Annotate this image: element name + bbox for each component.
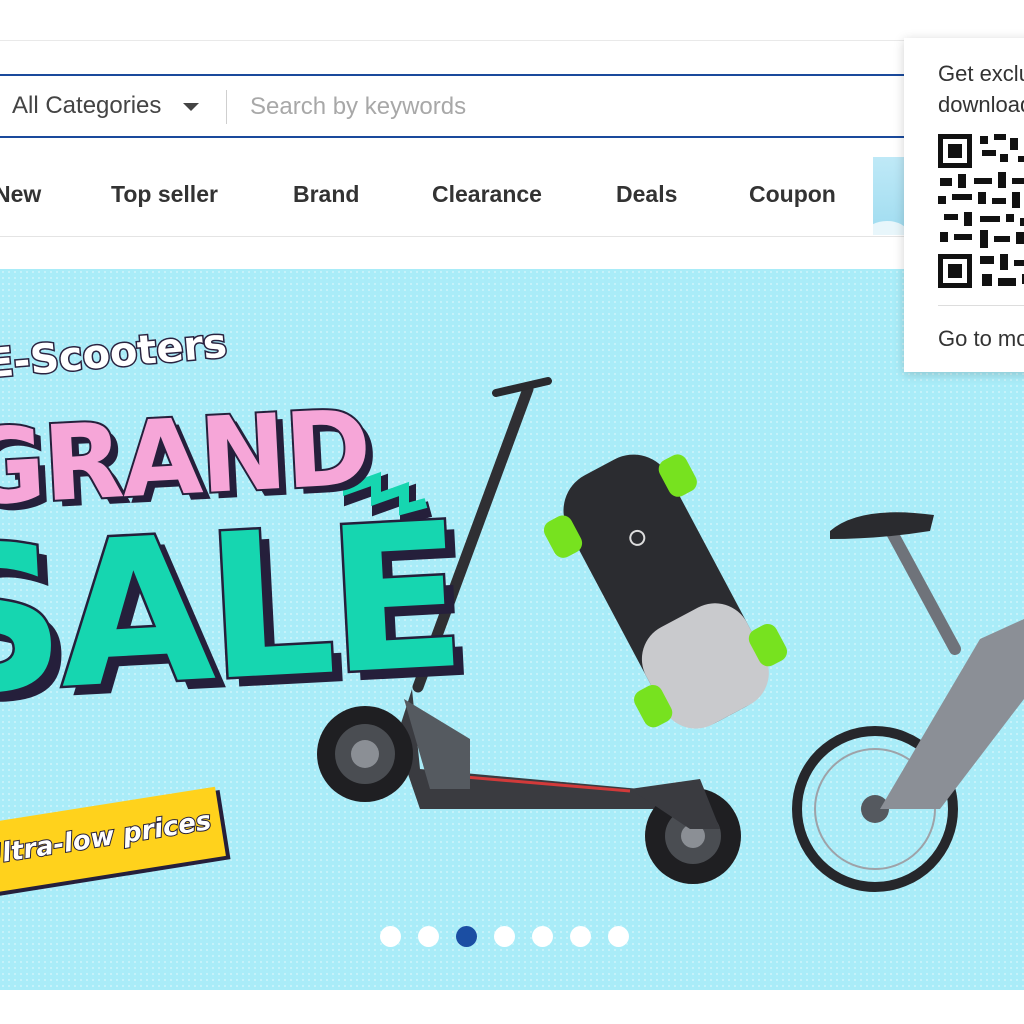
nav-item-label: Brand xyxy=(293,180,360,207)
carousel-dot-6[interactable] xyxy=(570,926,591,947)
carousel-dot-4[interactable] xyxy=(494,926,515,947)
app-popup-line2: download the app xyxy=(938,92,1024,117)
category-dropdown-label: All Categories xyxy=(12,92,162,119)
app-popup-line1: Get exclusive offers xyxy=(938,61,1024,86)
caret-down-icon xyxy=(183,103,200,111)
nav-item-label: New xyxy=(0,180,42,207)
nav-item-new[interactable]: New xyxy=(0,152,41,236)
nav-item-clearance[interactable]: Clearance xyxy=(432,152,542,236)
qr-code xyxy=(938,134,1024,288)
carousel-dot-1[interactable] xyxy=(380,926,401,947)
carousel-dot-5[interactable] xyxy=(532,926,553,947)
app-popup-message: Get exclusive offers download the app xyxy=(938,58,1024,120)
mobile-site-link[interactable]: Go to mobile site xyxy=(938,326,1024,352)
nav-item-coupon[interactable]: Coupon xyxy=(749,152,836,236)
category-dropdown[interactable]: All Categories xyxy=(12,76,200,136)
skateboard-image xyxy=(543,454,788,729)
nav-item-brand[interactable]: Brand xyxy=(293,152,359,236)
carousel-dot-3[interactable] xyxy=(456,926,477,947)
category-nav: New Top seller Brand Clearance Deals Cou… xyxy=(0,152,1024,237)
promo-banner[interactable]: E-Scooters GRAND SALE Ultra-low prices xyxy=(0,269,1024,990)
nav-item-label: Clearance xyxy=(432,180,542,207)
nav-item-label: Deals xyxy=(616,180,678,207)
ebike-image xyxy=(792,512,1024,892)
nav-item-label: Coupon xyxy=(749,180,836,207)
top-bar xyxy=(0,0,1024,41)
carousel-dot-2[interactable] xyxy=(418,926,439,947)
carousel-dot-7[interactable] xyxy=(608,926,629,947)
search-divider xyxy=(226,90,227,124)
app-popup-divider xyxy=(938,305,1024,306)
nav-item-label: Top seller xyxy=(111,180,218,207)
banner-headline-line2: SALE xyxy=(0,478,467,744)
nav-item-top-seller[interactable]: Top seller xyxy=(111,152,218,236)
app-download-popup: Get exclusive offers download the app Go… xyxy=(904,38,1024,372)
search-bar: All Categories xyxy=(0,74,1024,138)
search-input[interactable] xyxy=(248,84,892,130)
carousel-pagination xyxy=(380,926,629,947)
nav-item-deals[interactable]: Deals xyxy=(616,152,677,236)
